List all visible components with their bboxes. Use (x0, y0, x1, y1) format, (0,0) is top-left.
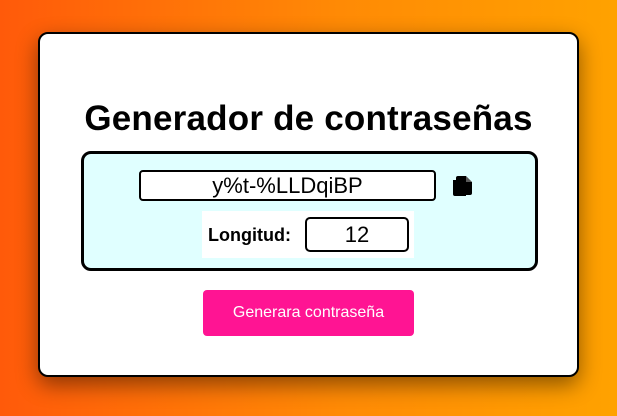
length-input[interactable] (305, 217, 409, 252)
generate-password-button[interactable]: Generara contraseña (203, 290, 414, 336)
password-panel: Longitud: (81, 151, 538, 271)
length-label: Longitud: (208, 225, 291, 245)
page-title: Generador de contraseñas (84, 99, 533, 138)
copy-icon (453, 176, 472, 196)
copy-button[interactable] (449, 173, 475, 199)
generator-card: Generador de contraseñas Longitud: Gener… (38, 32, 579, 377)
length-row: Longitud: (202, 211, 414, 258)
password-output-field[interactable] (139, 170, 436, 201)
